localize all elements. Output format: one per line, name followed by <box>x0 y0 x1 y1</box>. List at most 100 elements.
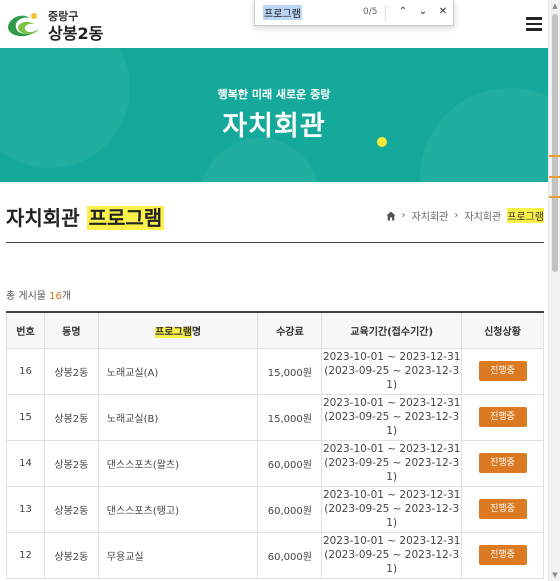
cell-status: 진행중 <box>461 347 544 395</box>
cell-fee: 15,000원 <box>257 347 323 395</box>
program-header-suffix: 명 <box>191 326 202 338</box>
period-education: 2023-10-01 ~ 2023-12-31 <box>322 397 461 409</box>
table-row[interactable]: 13 상봉2동 댄스스포츠(탱고) 60,000원 2023-10-01 ~ 2… <box>6 485 544 533</box>
breadcrumb-item[interactable]: 자치회관 <box>464 208 501 223</box>
col-header-no: 번호 <box>6 311 45 349</box>
breadcrumb-current: 프로그램 <box>507 208 544 223</box>
table-row[interactable]: 14 상봉2동 댄스스포츠(왈츠) 60,000원 2023-10-01 ~ 2… <box>6 439 544 487</box>
cell-dong: 상봉2동 <box>43 531 99 579</box>
program-header-highlight: 프로그램 <box>155 326 192 338</box>
period-registration: (2023-09-25 ~ 2023-12-3 <box>324 457 460 469</box>
cell-dong: 상봉2동 <box>43 347 99 395</box>
total-count: 16 <box>49 291 62 302</box>
col-header-status: 신청상황 <box>461 311 544 349</box>
period-education: 2023-10-01 ~ 2023-12-31 <box>322 351 461 363</box>
scrollbar-thumb[interactable] <box>552 14 558 272</box>
cell-status: 진행중 <box>461 439 544 487</box>
period-registration: (2023-09-25 ~ 2023-12-3 <box>324 503 460 515</box>
table-header-row: 번호 동명 프로그램명 수강료 교육기간(접수기간) 신청상황 <box>6 311 544 349</box>
cell-program-name[interactable]: 노래교실(B) <box>97 393 259 441</box>
col-header-dong: 동명 <box>43 311 99 349</box>
period-registration-end: 1) <box>386 471 398 483</box>
col-header-fee: 수강료 <box>257 311 323 349</box>
hero-banner: 행복한 미래 새로운 중랑 자치회관 <box>0 48 548 182</box>
hero-title: 자치회관 <box>222 111 326 142</box>
page-title: 자치회관 프로그램 <box>6 202 165 231</box>
period-registration-end: 1) <box>386 379 398 391</box>
cell-dong: 상봉2동 <box>43 393 99 441</box>
period-education: 2023-10-01 ~ 2023-12-31 <box>322 443 461 455</box>
cell-no: 16 <box>6 347 45 395</box>
find-match-marker <box>549 155 560 157</box>
jungnang-logo-icon <box>8 13 39 37</box>
page-title-highlight: 프로그램 <box>86 206 165 230</box>
period-registration: (2023-09-25 ~ 2023-12-3 <box>324 411 460 423</box>
status-button[interactable]: 진행중 <box>478 453 527 473</box>
chevron-up-icon[interactable]: ⌃ <box>395 4 411 20</box>
cell-program-name[interactable]: 무용교실 <box>97 531 259 579</box>
status-button[interactable]: 진행중 <box>478 361 527 381</box>
breadcrumb-item[interactable]: 자치회관 <box>412 208 449 223</box>
cell-period: 2023-10-01 ~ 2023-12-31 (2023-09-25 ~ 202… <box>321 393 463 441</box>
hero-dot <box>377 137 387 147</box>
col-header-period: 교육기간(접수기간) <box>321 311 463 349</box>
cell-fee: 60,000원 <box>257 531 323 579</box>
table-row[interactable]: 15 상봉2동 노래교실(B) 15,000원 2023-10-01 ~ 202… <box>6 393 544 441</box>
cell-period: 2023-10-01 ~ 2023-12-31 (2023-09-25 ~ 202… <box>321 485 463 533</box>
period-registration-end: 1) <box>386 563 398 575</box>
cell-dong: 상봉2동 <box>43 439 99 487</box>
scroll-down-arrow-icon[interactable]: ▼ <box>549 569 560 581</box>
hamburger-menu-icon[interactable] <box>524 14 544 32</box>
cell-no: 14 <box>6 439 45 487</box>
table-row[interactable]: 12 상봉2동 무용교실 60,000원 2023-10-01 ~ 2023-1… <box>6 531 544 579</box>
site-logo[interactable]: 중랑구 상봉2동 <box>4 6 104 43</box>
total-unit: 개 <box>61 291 72 302</box>
dong-name: 상봉2동 <box>48 24 104 43</box>
period-education: 2023-10-01 ~ 2023-12-31 <box>322 535 461 547</box>
cell-no: 12 <box>6 531 45 579</box>
cell-program-name[interactable]: 댄스스포츠(왈츠) <box>97 439 259 487</box>
title-divider <box>6 242 544 243</box>
hero-subtitle: 행복한 미래 새로운 중랑 <box>217 88 331 101</box>
cell-fee: 60,000원 <box>257 439 323 487</box>
find-input[interactable]: 프로그램 <box>263 5 302 20</box>
program-table: 번호 동명 프로그램명 수강료 교육기간(접수기간) 신청상황 16 상봉2동 … <box>6 311 544 579</box>
chevron-right-icon: › <box>401 210 406 221</box>
cell-period: 2023-10-01 ~ 2023-12-31 (2023-09-25 ~ 202… <box>321 531 463 579</box>
chevron-right-icon: › <box>454 210 459 221</box>
period-registration: (2023-09-25 ~ 2023-12-3 <box>324 549 460 561</box>
period-registration-end: 1) <box>386 425 398 437</box>
status-button[interactable]: 진행중 <box>478 499 527 519</box>
cell-program-name[interactable]: 노래교실(A) <box>97 347 259 395</box>
table-row[interactable]: 16 상봉2동 노래교실(A) 15,000원 2023-10-01 ~ 202… <box>6 347 544 395</box>
cell-status: 진행중 <box>461 393 544 441</box>
find-match-marker <box>549 196 560 198</box>
cell-status: 진행중 <box>461 531 544 579</box>
scroll-up-arrow-icon[interactable]: ▲ <box>549 0 560 12</box>
status-button[interactable]: 진행중 <box>478 407 527 427</box>
cell-dong: 상봉2동 <box>43 485 99 533</box>
find-divider <box>385 5 386 21</box>
period-registration-end: 1) <box>386 517 398 529</box>
total-posts: 총 게시물 16개 <box>6 287 71 302</box>
cell-period: 2023-10-01 ~ 2023-12-31 (2023-09-25 ~ 202… <box>321 439 463 487</box>
page-scrollbar[interactable]: ▲ ▼ <box>548 0 560 581</box>
cell-status: 진행중 <box>461 485 544 533</box>
chevron-down-icon[interactable]: ⌄ <box>415 4 431 20</box>
page-title-main: 자치회관 <box>6 206 80 230</box>
find-match-marker <box>549 176 560 178</box>
cell-no: 15 <box>6 393 45 441</box>
cell-no: 13 <box>6 485 45 533</box>
home-icon[interactable] <box>386 211 396 221</box>
close-icon[interactable]: ✕ <box>435 4 451 20</box>
period-registration: (2023-09-25 ~ 2023-12-3 <box>324 365 460 377</box>
status-button[interactable]: 진행중 <box>478 545 527 565</box>
cell-fee: 15,000원 <box>257 393 323 441</box>
breadcrumb: › 자치회관 › 자치회관 프로그램 <box>386 208 544 223</box>
cell-period: 2023-10-01 ~ 2023-12-31 (2023-09-25 ~ 202… <box>321 347 463 395</box>
cell-program-name[interactable]: 댄스스포츠(탱고) <box>97 485 259 533</box>
find-in-page-bar: 프로그램 0/5 ⌃ ⌄ ✕ <box>254 0 454 26</box>
find-match-count: 0/5 <box>363 7 378 17</box>
total-label: 총 게시물 <box>6 291 46 302</box>
hero-pattern <box>200 138 320 182</box>
